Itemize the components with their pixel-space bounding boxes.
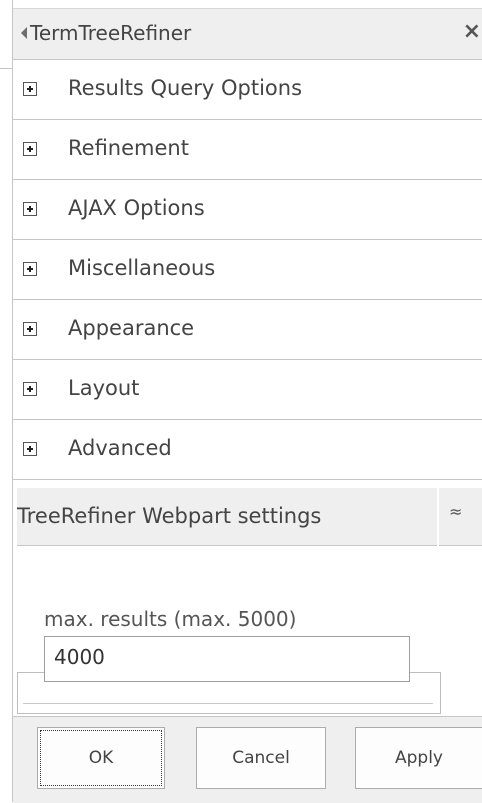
section-label: Refinement: [68, 136, 189, 160]
section-label: AJAX Options: [68, 196, 205, 220]
section-appearance[interactable]: Appearance: [13, 300, 482, 360]
expand-plus-icon[interactable]: [23, 322, 37, 336]
section-label: Layout: [68, 376, 140, 400]
section-label: Results Query Options: [68, 76, 303, 100]
expand-plus-icon[interactable]: [23, 382, 37, 396]
expand-plus-icon[interactable]: [23, 442, 37, 456]
expand-plus-icon[interactable]: [23, 142, 37, 156]
webpart-tool-pane: TermTreeRefiner × Results Query Options …: [12, 0, 482, 803]
section-ajax-options[interactable]: AJAX Options: [13, 180, 482, 240]
collapse-pane-arrow-icon[interactable]: [21, 27, 27, 39]
webpart-settings-header: TreeRefiner Webpart settings ≈: [17, 488, 482, 546]
expand-plus-icon[interactable]: [23, 82, 37, 96]
section-refinement[interactable]: Refinement: [13, 120, 482, 180]
close-icon[interactable]: ×: [463, 19, 481, 44]
section-label: Appearance: [68, 316, 195, 340]
collapse-chevron-icon[interactable]: ≈: [449, 502, 462, 521]
tool-pane-title-bar: TermTreeRefiner ×: [13, 8, 482, 60]
section-label: Advanced: [68, 436, 172, 460]
section-results-query-options[interactable]: Results Query Options: [13, 60, 482, 120]
section-layout[interactable]: Layout: [13, 360, 482, 420]
apply-button[interactable]: Apply: [355, 727, 482, 789]
section-miscellaneous[interactable]: Miscellaneous: [13, 240, 482, 300]
max-results-input[interactable]: 4000: [44, 636, 410, 682]
settings-header-title: TreeRefiner Webpart settings: [17, 504, 322, 528]
cancel-button[interactable]: Cancel: [196, 727, 326, 789]
max-results-label: max. results (max. 5000): [44, 607, 297, 631]
header-divider: [437, 488, 439, 546]
ok-button[interactable]: OK: [37, 727, 165, 789]
expand-plus-icon[interactable]: [23, 262, 37, 276]
expand-plus-icon[interactable]: [23, 202, 37, 216]
tool-pane-footer: OK Cancel Apply: [13, 716, 482, 803]
section-advanced[interactable]: Advanced: [13, 420, 482, 480]
stray-divider-line: [0, 68, 12, 69]
tool-pane-title: TermTreeRefiner: [30, 21, 192, 45]
section-label: Miscellaneous: [68, 256, 216, 280]
